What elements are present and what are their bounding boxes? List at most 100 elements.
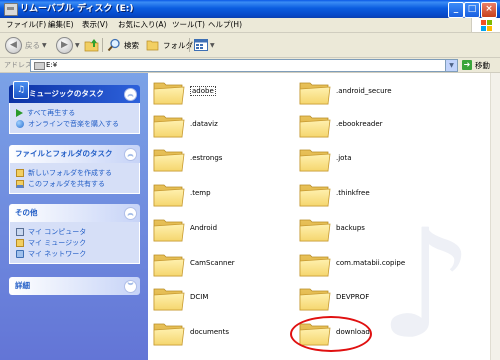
maximize-button[interactable]: □ <box>464 2 480 18</box>
folder-item[interactable]: backups <box>298 214 438 244</box>
folder-item[interactable]: documents <box>152 318 292 348</box>
chevron-down-icon: ▼ <box>42 41 47 49</box>
folder-icon <box>298 249 332 279</box>
details-header[interactable]: 詳細 ︾ <box>9 277 140 295</box>
menu-help[interactable]: ヘルプ(H) <box>208 19 242 31</box>
go-label: 移動 <box>475 60 490 70</box>
folder-item[interactable]: .jota <box>298 144 438 174</box>
menu-file[interactable]: ファイル(F) <box>6 19 46 31</box>
folder-item[interactable]: .thinkfree <box>298 179 438 209</box>
drive-icon <box>34 62 45 70</box>
folder-icon <box>152 214 186 244</box>
explorer-window: リムーバブル ディスク (E:) _ □ × ファイル(F) 編集(E) 表示(… <box>0 0 500 360</box>
folder-name: .android_secure <box>336 87 392 95</box>
title-bar[interactable]: リムーバブル ディスク (E:) _ □ × <box>0 0 500 18</box>
search-button[interactable]: 検索 <box>107 36 139 54</box>
folder-icon <box>298 283 332 313</box>
back-button[interactable]: ◀ 戻る ▼ <box>5 36 47 54</box>
menu-favorites[interactable]: お気に入り(A) <box>118 19 166 31</box>
chevron-down-icon[interactable]: ▼ <box>445 60 457 71</box>
search-icon <box>107 38 120 52</box>
folder-icon <box>152 283 186 313</box>
folder-item[interactable]: .android_secure <box>298 77 438 107</box>
task-new-folder[interactable]: 新しいフォルダを作成する <box>16 167 133 178</box>
folder-icon <box>152 318 186 348</box>
folder-item[interactable]: DCIM <box>152 283 292 313</box>
folder-item[interactable]: adobe <box>152 77 292 107</box>
toolbar: ◀ 戻る ▼ ▶ ▼ 検索 フォルダ ▼ <box>0 33 500 58</box>
folder-item[interactable]: .dataviz <box>152 110 292 140</box>
folder-icon <box>152 144 186 174</box>
folder-name: .estrongs <box>190 154 223 162</box>
folder-icon <box>152 179 186 209</box>
folder-name: backups <box>336 224 365 232</box>
red-highlight-circle <box>290 316 372 352</box>
folder-name: .temp <box>190 189 211 197</box>
share-folder-icon <box>16 179 24 188</box>
link-my-computer[interactable]: マイ コンピュータ <box>16 226 133 237</box>
forward-arrow-icon: ▶ <box>56 36 73 54</box>
back-label: 戻る <box>25 40 40 50</box>
folders-button[interactable]: フォルダ <box>146 36 193 54</box>
up-folder-button[interactable] <box>84 36 100 54</box>
folder-item[interactable]: DEVPROF <box>298 283 438 313</box>
folder-name: CamScanner <box>190 259 235 267</box>
minimize-button[interactable]: _ <box>448 2 464 18</box>
back-arrow-icon: ◀ <box>5 36 22 54</box>
collapse-chevron-icon[interactable]: ︽ <box>124 88 137 101</box>
folder-icon <box>152 110 186 140</box>
chevron-down-icon: ▼ <box>210 41 215 49</box>
file-folder-tasks-body: 新しいフォルダを作成する このフォルダを共有する <box>9 163 140 194</box>
other-places-body: マイ コンピュータ マイ ミュージック マイ ネットワーク <box>9 222 140 264</box>
music-tasks-header[interactable]: ♫ ミュージックのタスク ︽ <box>9 81 140 103</box>
views-button[interactable]: ▼ <box>194 36 215 54</box>
task-buy-music-online[interactable]: オンラインで音楽を購入する <box>16 118 133 129</box>
close-button[interactable]: × <box>481 2 497 18</box>
folder-item[interactable]: .ebookreader <box>298 110 438 140</box>
folder-item[interactable]: com.matabii.copipe <box>298 249 438 279</box>
folder-item[interactable]: CamScanner <box>152 249 292 279</box>
go-button[interactable]: ➜ 移動 <box>462 59 490 71</box>
search-label: 検索 <box>124 40 139 50</box>
folder-name: .ebookreader <box>336 120 383 128</box>
folder-icon <box>298 77 332 107</box>
menu-view[interactable]: 表示(V) <box>82 19 108 31</box>
link-my-network[interactable]: マイ ネットワーク <box>16 248 133 259</box>
menu-edit[interactable]: 編集(E) <box>48 19 74 31</box>
toolbar-separator <box>102 38 103 52</box>
task-share-folder[interactable]: このフォルダを共有する <box>16 178 133 189</box>
folder-icon <box>152 77 186 107</box>
file-folder-tasks-header[interactable]: ファイルとフォルダのタスク ︽ <box>9 145 140 163</box>
expand-chevron-icon[interactable]: ︾ <box>124 280 137 293</box>
file-folder-tasks-panel: ファイルとフォルダのタスク ︽ 新しいフォルダを作成する このフォルダを共有する <box>9 145 140 194</box>
folder-item[interactable]: Android <box>152 214 292 244</box>
collapse-chevron-icon[interactable]: ︽ <box>124 148 137 161</box>
music-tasks-title: ミュージックのタスク <box>29 89 104 98</box>
folder-name: Android <box>190 224 218 232</box>
music-tasks-body: すべて再生する オンラインで音楽を購入する <box>9 103 140 134</box>
task-pane: ♫ ミュージックのタスク ︽ すべて再生する オンラインで音楽を購入する ファイ… <box>0 73 148 360</box>
collapse-chevron-icon[interactable]: ︽ <box>124 207 137 220</box>
task-play-all[interactable]: すべて再生する <box>16 107 133 118</box>
forward-button[interactable]: ▶ ▼ <box>56 36 80 54</box>
other-places-title: その他 <box>15 208 38 217</box>
address-input[interactable]: E:¥ ▼ <box>30 59 458 72</box>
music-tasks-panel: ♫ ミュージックのタスク ︽ すべて再生する オンラインで音楽を購入する <box>9 81 140 134</box>
address-bar: アドレス(D) E:¥ ▼ ➜ 移動 <box>0 58 500 73</box>
music-note-icon: ♫ <box>13 81 29 99</box>
file-folder-tasks-title: ファイルとフォルダのタスク <box>15 149 113 158</box>
folder-name: DCIM <box>190 293 209 301</box>
globe-icon <box>16 119 24 128</box>
folder-item[interactable]: .temp <box>152 179 292 209</box>
folder-name: .dataviz <box>190 120 218 128</box>
folder-item[interactable]: .estrongs <box>152 144 292 174</box>
folder-name: adobe <box>190 86 216 96</box>
folder-name: documents <box>190 328 229 336</box>
address-value: E:¥ <box>46 61 58 69</box>
menu-tools[interactable]: ツール(T) <box>172 19 205 31</box>
details-panel: 詳細 ︾ <box>9 277 140 295</box>
other-places-header[interactable]: その他 ︽ <box>9 204 140 222</box>
vertical-scrollbar[interactable] <box>490 73 500 360</box>
up-folder-icon <box>84 39 99 52</box>
link-my-music[interactable]: マイ ミュージック <box>16 237 133 248</box>
